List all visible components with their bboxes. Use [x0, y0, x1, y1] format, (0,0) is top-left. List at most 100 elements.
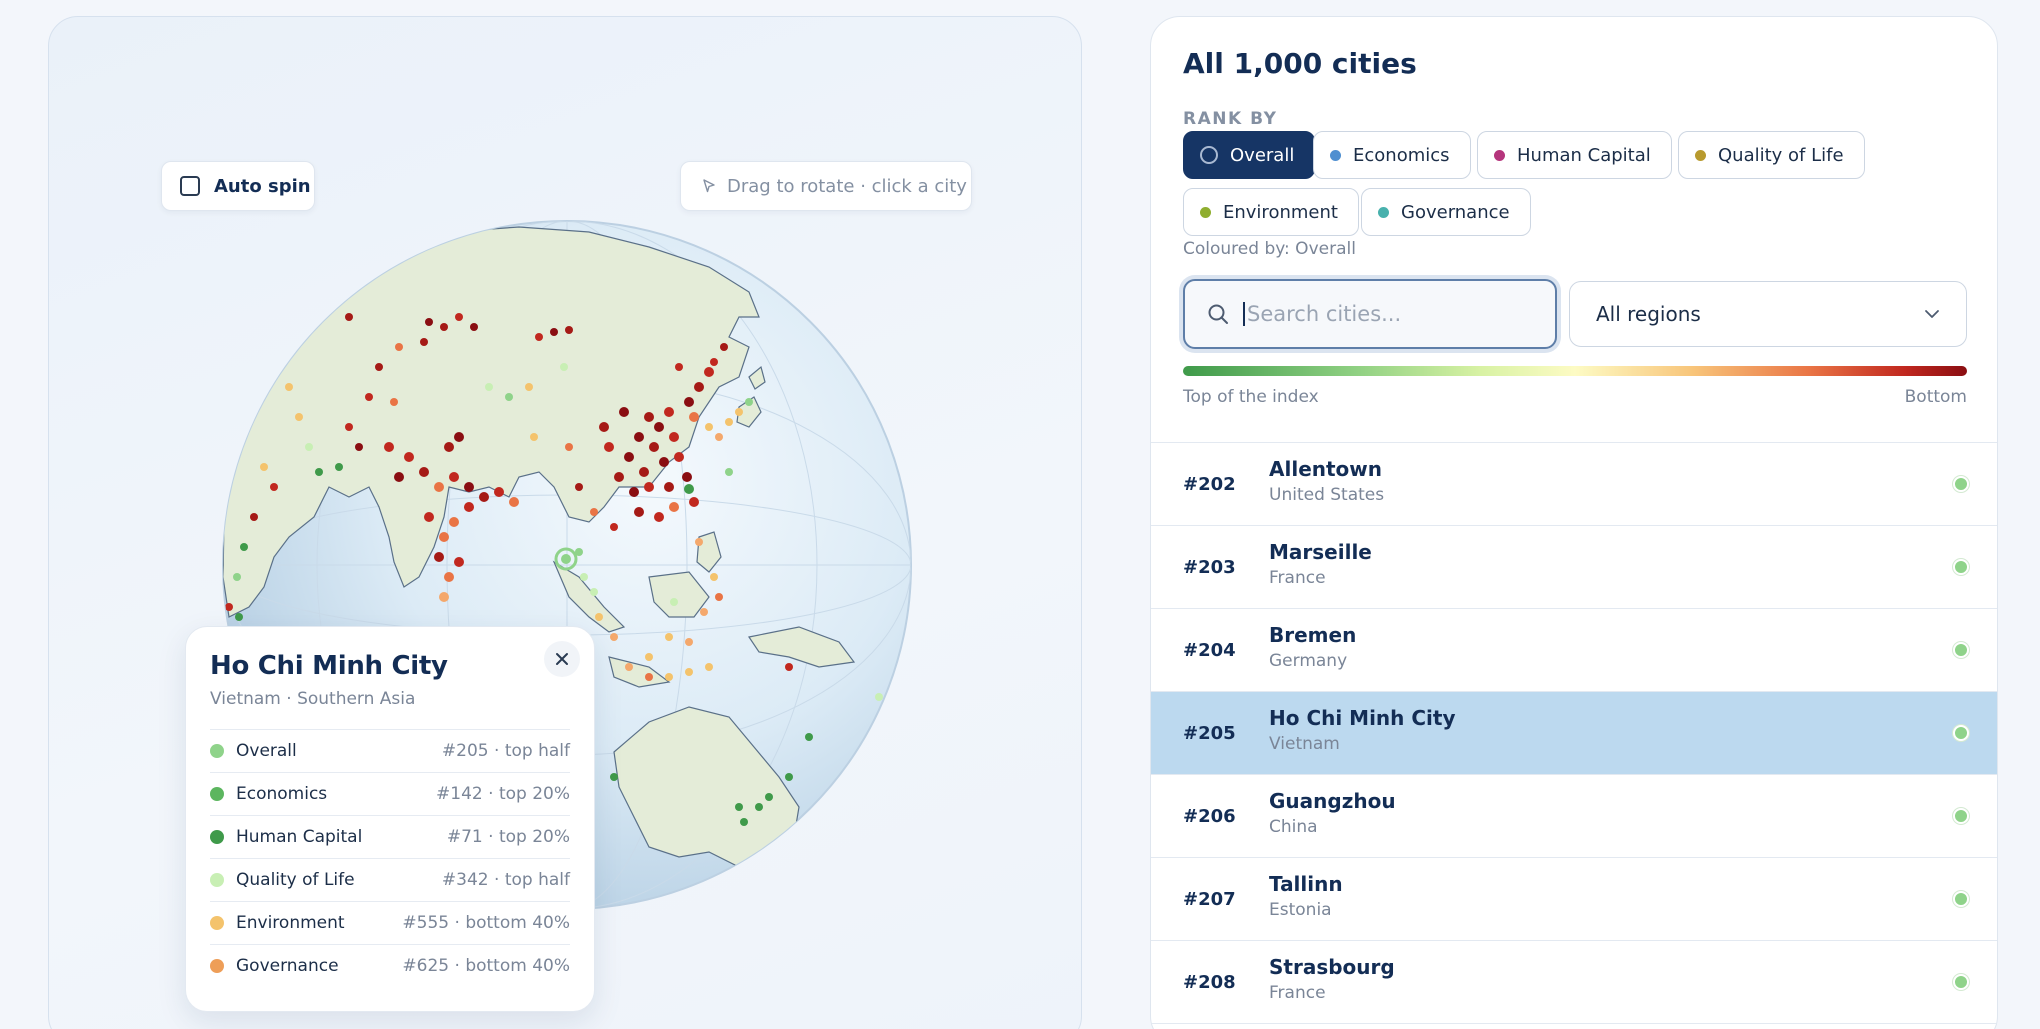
chip-label: Environment — [1223, 201, 1338, 223]
city-country: France — [1269, 568, 1326, 588]
rotate-hint: Drag to rotate · click a city — [680, 161, 972, 211]
metric-name: Quality of Life — [236, 870, 355, 890]
metric-dot — [210, 959, 224, 973]
metric-name: Environment — [236, 913, 345, 933]
metric-rank: #555 · bottom 40% — [402, 913, 570, 933]
cursor-icon — [703, 179, 715, 193]
city-rank: #206 — [1183, 805, 1236, 827]
city-country: United States — [1269, 485, 1385, 505]
search-icon — [1208, 304, 1228, 324]
metric-name: Overall — [236, 741, 297, 761]
metric-dot — [210, 787, 224, 801]
city-score-dot — [1953, 725, 1969, 741]
city-country: Germany — [1269, 651, 1348, 671]
city-row[interactable]: #204 Bremen Germany — [1151, 609, 1997, 692]
metric-row: Environment #555 · bottom 40% — [210, 901, 570, 944]
popup-city-subtitle: Vietnam · Southern Asia — [210, 689, 416, 709]
city-country: China — [1269, 817, 1318, 837]
region-select-value: All regions — [1596, 302, 1701, 326]
auto-spin-toggle[interactable]: Auto spin — [161, 161, 315, 211]
city-row[interactable]: #203 Marseille France — [1151, 526, 1997, 609]
city-score-dot — [1953, 808, 1969, 824]
chip-economics[interactable]: Economics — [1313, 131, 1471, 179]
city-rank: #208 — [1183, 971, 1236, 993]
metric-name: Human Capital — [236, 827, 363, 847]
city-name: Tallinn — [1269, 872, 1343, 896]
city-score-dot — [1953, 642, 1969, 658]
city-rank: #204 — [1183, 639, 1236, 661]
city-country: Estonia — [1269, 900, 1332, 920]
chevron-down-icon — [1925, 310, 1939, 318]
metric-rank: #205 · top half — [441, 741, 570, 761]
metric-name: Economics — [236, 784, 328, 804]
search-input[interactable] — [1243, 302, 1543, 326]
city-rank: #207 — [1183, 888, 1236, 910]
city-row[interactable]: #208 Strasbourg France — [1151, 941, 1997, 1024]
metric-dot — [210, 916, 224, 930]
city-score-dot — [1953, 476, 1969, 492]
metric-list: Overall #205 · top half Economics #142 ·… — [210, 729, 570, 987]
color-scale-bar — [1183, 366, 1967, 376]
city-name: Bremen — [1269, 623, 1357, 647]
city-row[interactable]: #202 Allentown United States — [1151, 443, 1997, 526]
metric-row: Human Capital #71 · top 20% — [210, 815, 570, 858]
chip-human-capital[interactable]: Human Capital — [1477, 131, 1672, 179]
city-row[interactable]: #206 Guangzhou China — [1151, 775, 1997, 858]
metric-dot — [210, 830, 224, 844]
chip-label: Economics — [1353, 144, 1450, 166]
popup-city-name: Ho Chi Minh City — [210, 651, 448, 681]
city-score-dot — [1953, 891, 1969, 907]
chip-label: Quality of Life — [1718, 144, 1844, 166]
legend-high-label: Bottom — [1904, 387, 1967, 407]
metric-dot — [210, 744, 224, 758]
metric-row: Overall #205 · top half — [210, 729, 570, 772]
panel-title: All 1,000 cities — [1183, 47, 1417, 80]
auto-spin-label: Auto spin — [214, 175, 311, 197]
city-row-selected[interactable]: #205 Ho Chi Minh City Vietnam — [1151, 692, 1997, 775]
city-name: Guangzhou — [1269, 789, 1396, 813]
chip-overall[interactable]: Overall — [1183, 131, 1316, 179]
metric-row: Governance #625 · bottom 40% — [210, 944, 570, 987]
metric-dot — [210, 873, 224, 887]
rotate-hint-text: Drag to rotate · click a city — [727, 175, 967, 197]
city-rank: #205 — [1183, 722, 1236, 744]
city-rank: #203 — [1183, 556, 1236, 578]
city-country: France — [1269, 983, 1326, 1003]
city-list: #202 Allentown United States #203 Marsei… — [1151, 442, 1997, 1024]
chip-dot — [1200, 206, 1211, 218]
coloured-by-text: Coloured by: Overall — [1183, 239, 1356, 259]
metric-rank: #342 · top half — [441, 870, 570, 890]
chip-dot — [1695, 149, 1706, 161]
metric-rank: #142 · top 20% — [436, 784, 570, 804]
metric-row: Quality of Life #342 · top half — [210, 858, 570, 901]
city-name: Strasbourg — [1269, 955, 1395, 979]
chip-dot — [1494, 149, 1505, 161]
city-name: Marseille — [1269, 540, 1372, 564]
metric-name: Governance — [236, 956, 339, 976]
city-row[interactable]: #207 Tallinn Estonia — [1151, 858, 1997, 941]
metric-rank: #625 · bottom 40% — [402, 956, 570, 976]
city-score-dot — [1953, 559, 1969, 575]
auto-spin-checkbox[interactable] — [180, 176, 200, 196]
chip-label: Human Capital — [1517, 144, 1651, 166]
city-name: Ho Chi Minh City — [1269, 706, 1456, 730]
selected-city-dot — [561, 554, 571, 564]
search-field[interactable] — [1183, 279, 1557, 349]
city-rank: #202 — [1183, 473, 1236, 495]
city-country: Vietnam — [1269, 734, 1340, 754]
rank-by-label: RANK BY — [1183, 109, 1278, 129]
chip-dot — [1330, 149, 1341, 161]
chip-quality-of-life[interactable]: Quality of Life — [1678, 131, 1865, 179]
chip-label: Overall — [1230, 144, 1295, 166]
chip-environment[interactable]: Environment — [1183, 188, 1359, 236]
legend-low-label: Top of the index — [1183, 387, 1319, 407]
globe-panel: Auto spin Drag to rotate · click a city … — [48, 16, 1082, 1029]
city-list-panel: All 1,000 cities RANK BY Overall Economi… — [1150, 16, 1998, 1029]
radio-icon — [1200, 146, 1218, 164]
metric-rank: #71 · top 20% — [446, 827, 570, 847]
chip-governance[interactable]: Governance — [1361, 188, 1531, 236]
city-name: Allentown — [1269, 457, 1383, 481]
region-select[interactable]: All regions — [1569, 281, 1967, 347]
chip-label: Governance — [1401, 201, 1510, 223]
close-icon[interactable] — [544, 641, 580, 677]
